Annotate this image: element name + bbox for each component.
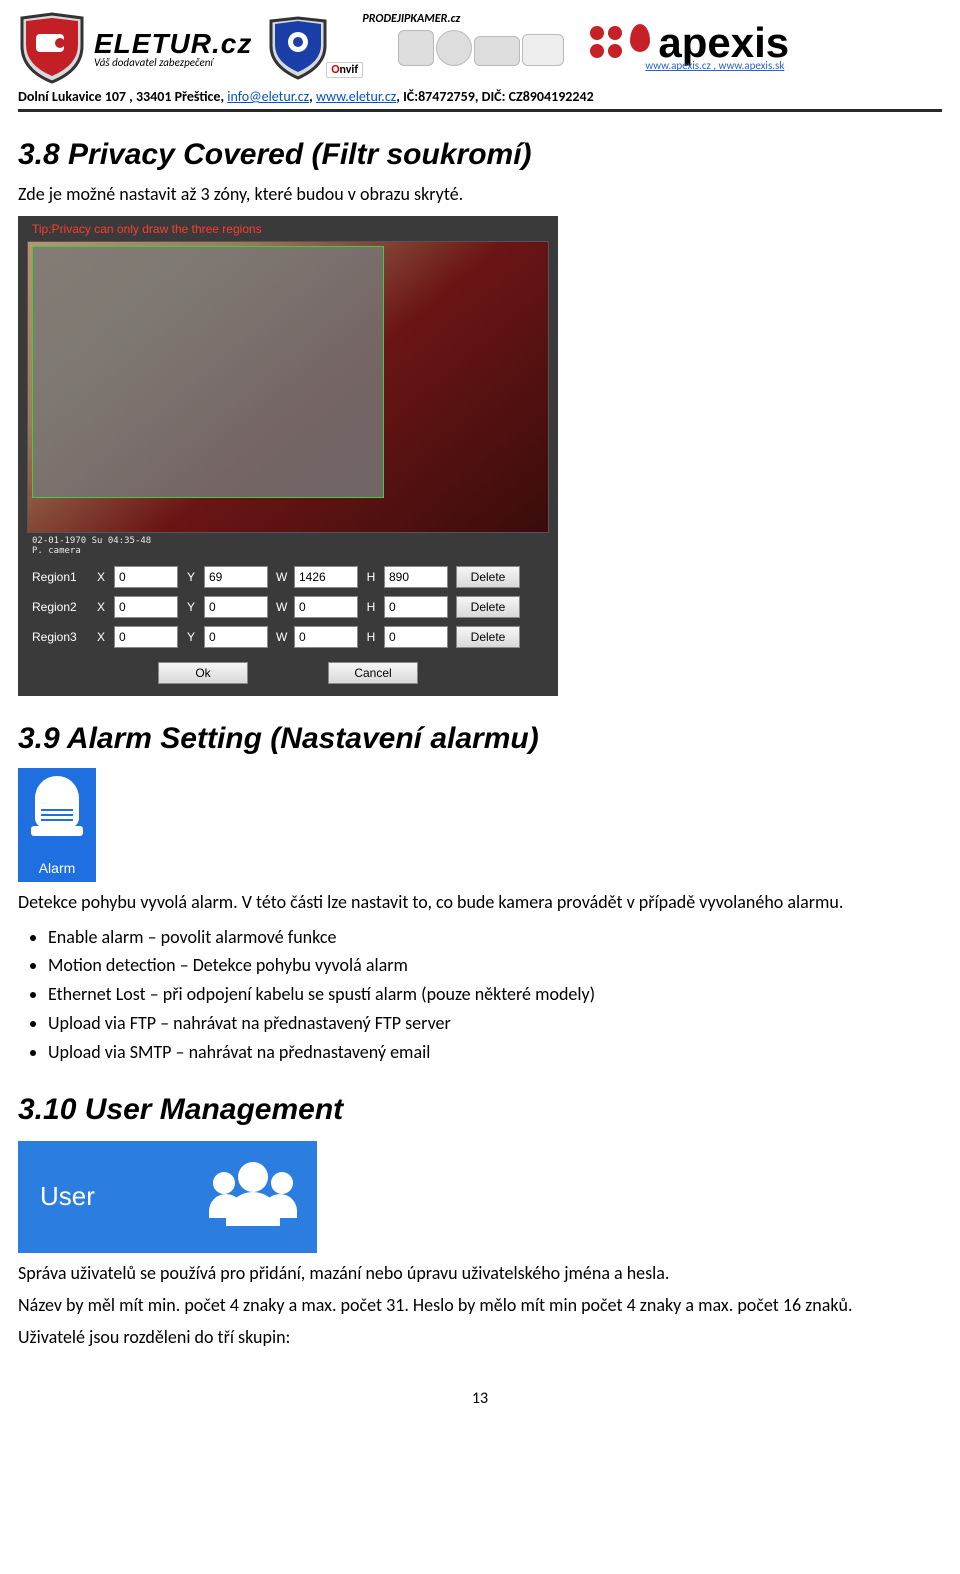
region1-h-input[interactable] xyxy=(384,566,448,588)
apexis-brand: apexis www.apexis.cz , www.apexis.sk xyxy=(590,24,789,73)
p-3-10-3: Uživatelé jsou rozděleni do tří skupin: xyxy=(18,1325,942,1349)
cancel-button[interactable]: Cancel xyxy=(328,662,418,684)
privacy-panel: Tip:Privacy can only draw the three regi… xyxy=(18,216,558,696)
document-header: ELETUR.cz Váš dodavatel zabezpečení PROD… xyxy=(18,10,942,84)
p-3-8: Zde je možné nastavit až 3 zóny, které b… xyxy=(18,182,942,206)
user-tile[interactable]: User xyxy=(18,1141,317,1253)
region1-x-input[interactable] xyxy=(114,566,178,588)
heading-3-10: 3.10 User Management xyxy=(18,1093,942,1127)
page-number: 13 xyxy=(18,1389,942,1408)
users-icon xyxy=(211,1162,295,1232)
prodej-label: PRODEJIPKAMER.cz xyxy=(362,12,460,26)
region2-y-input[interactable] xyxy=(204,596,268,618)
cameras-icon xyxy=(398,30,564,66)
alarm-tile[interactable]: Alarm xyxy=(18,768,96,882)
ok-button[interactable]: Ok xyxy=(158,662,248,684)
privacy-button-row: Ok Cancel xyxy=(18,658,558,686)
website-link[interactable]: www.eletur.cz xyxy=(316,88,396,105)
alarm-bullets: Enable alarm – povolit alarmové funkce M… xyxy=(48,923,942,1067)
apexis-dots-icon xyxy=(590,26,622,58)
user-tile-label: User xyxy=(40,1181,95,1212)
region1-label: Region1 xyxy=(32,570,88,584)
alarm-icon xyxy=(35,776,79,828)
ids-text: , IČ:87472759, DIČ: CZ8904192242 xyxy=(396,88,593,105)
region2-x-input[interactable] xyxy=(114,596,178,618)
p-3-9: Detekce pohybu vyvolá alarm. V této část… xyxy=(18,890,942,914)
region-table: Region1 X Y W H Delete Region2 X Y W H xyxy=(18,562,558,658)
region1-y-input[interactable] xyxy=(204,566,268,588)
bullet-motion-detection: Motion detection – Detekce pohybu vyvolá… xyxy=(48,951,942,980)
header-contact-line: Dolní Lukavice 107 , 33401 Přeštice, inf… xyxy=(18,88,942,112)
region3-label: Region3 xyxy=(32,630,88,644)
p-3-10-1: Správa uživatelů se používá pro přidání,… xyxy=(18,1261,942,1285)
video-preview[interactable] xyxy=(28,242,548,532)
region3-x-input[interactable] xyxy=(114,626,178,648)
region3-delete-button[interactable]: Delete xyxy=(456,626,520,648)
p-3-10-2: Název by měl mít min. počet 4 znaky a ma… xyxy=(18,1293,942,1317)
eletur-brand: ELETUR.cz Váš dodavatel zabezpečení xyxy=(94,28,252,69)
region3-y-input[interactable] xyxy=(204,626,268,648)
region3-h-input[interactable] xyxy=(384,626,448,648)
onvif-badge: OOnvifnvif xyxy=(326,62,363,78)
email-link[interactable]: info@eletur.cz xyxy=(227,88,309,105)
region1-w-input[interactable] xyxy=(294,566,358,588)
heading-3-8: 3.8 Privacy Covered (Filtr soukromí) xyxy=(18,138,942,172)
eletur-shield-icon xyxy=(18,12,86,84)
region-row-2: Region2 X Y W H Delete xyxy=(32,596,544,618)
video-timestamp: 02-01-1970 Su 04:35-48 P. camera xyxy=(18,532,558,562)
region-row-1: Region1 X Y W H Delete xyxy=(32,566,544,588)
address-text: Dolní Lukavice 107 , 33401 Přeštice, xyxy=(18,88,227,105)
y-label: Y xyxy=(186,570,196,584)
bullet-enable-alarm: Enable alarm – povolit alarmové funkce xyxy=(48,923,942,952)
apexis-links: www.apexis.cz , www.apexis.sk xyxy=(645,59,784,72)
privacy-region-overlay[interactable] xyxy=(32,246,384,498)
bullet-upload-ftp: Upload via FTP – nahrávat na přednastave… xyxy=(48,1009,942,1038)
region2-label: Region2 xyxy=(32,600,88,614)
region3-w-input[interactable] xyxy=(294,626,358,648)
w-label: W xyxy=(276,570,286,584)
privacy-tip: Tip:Privacy can only draw the three regi… xyxy=(18,216,558,240)
prodej-shield-icon xyxy=(268,16,328,80)
brand-tagline: Váš dodavatel zabezpečení xyxy=(94,56,252,69)
prodej-cluster: PRODEJIPKAMER.cz OOnvifnvif xyxy=(268,12,564,84)
h-label: H xyxy=(366,570,376,584)
region2-delete-button[interactable]: Delete xyxy=(456,596,520,618)
region-row-3: Region3 X Y W H Delete xyxy=(32,626,544,648)
bullet-ethernet-lost: Ethernet Lost – při odpojení kabelu se s… xyxy=(48,980,942,1009)
region2-h-input[interactable] xyxy=(384,596,448,618)
region1-delete-button[interactable]: Delete xyxy=(456,566,520,588)
x-label: X xyxy=(96,570,106,584)
heading-3-9: 3.9 Alarm Setting (Nastavení alarmu) xyxy=(18,722,942,756)
region2-w-input[interactable] xyxy=(294,596,358,618)
apexis-name: apexis xyxy=(658,24,789,62)
apexis-drop-icon xyxy=(630,24,650,52)
bullet-upload-smtp: Upload via SMTP – nahrávat na přednastav… xyxy=(48,1038,942,1067)
alarm-tile-label: Alarm xyxy=(39,860,76,876)
